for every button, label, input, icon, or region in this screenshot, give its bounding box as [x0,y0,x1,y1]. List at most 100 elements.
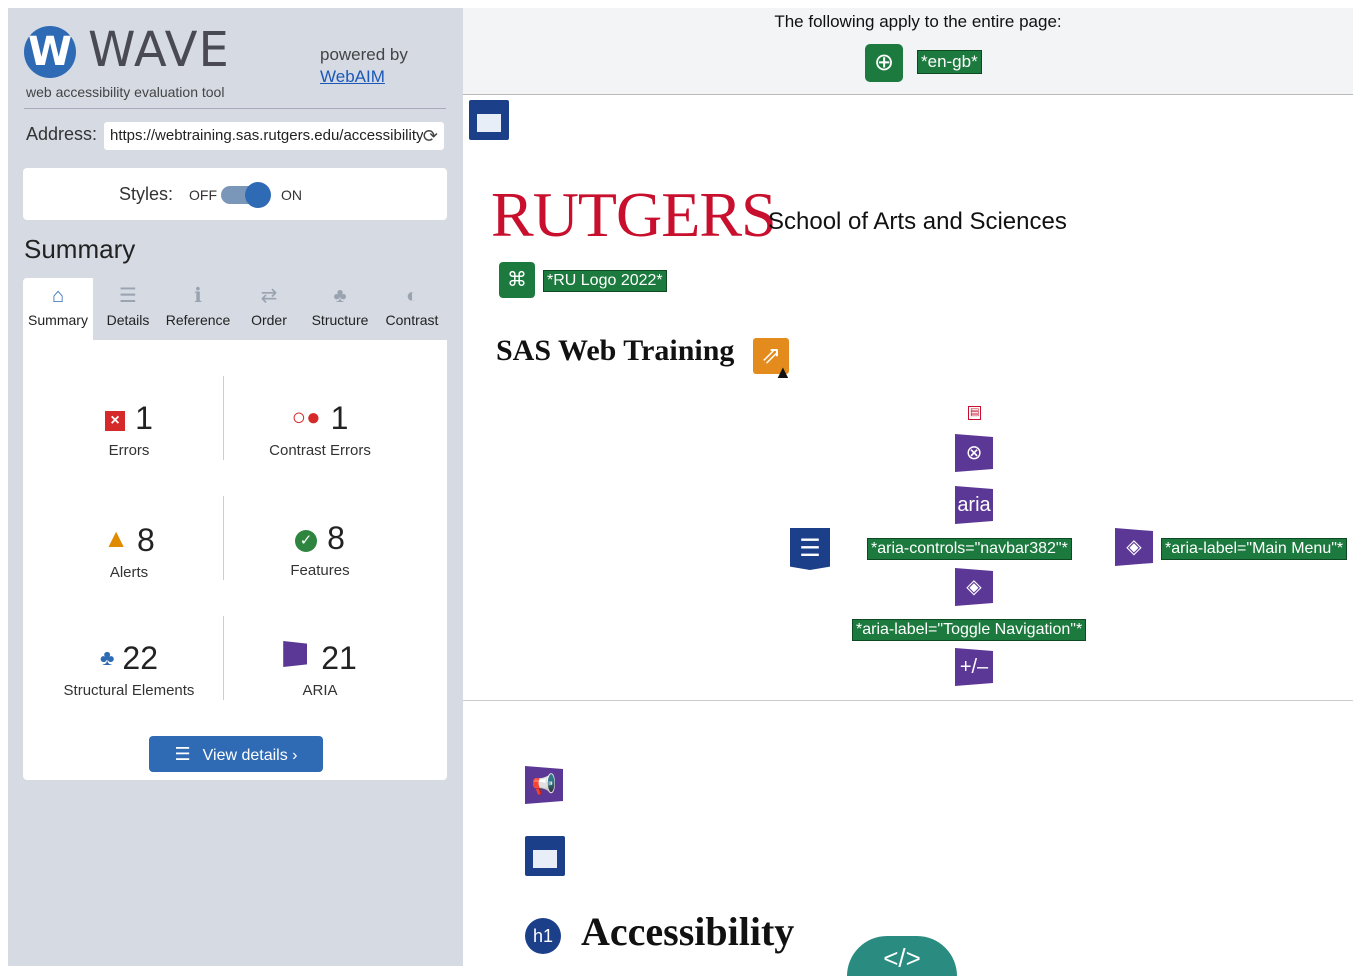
h1-badge-label: h1 [532,926,554,946]
alerts-label: Alerts [109,564,149,581]
page-wide-notice-text: The following apply to the entire page: [774,12,1062,31]
aria-badge-icon[interactable]: aria [955,486,993,524]
aria-badge-label: aria [957,494,991,516]
stat-structural[interactable]: ♣ 22 Structural Elements [29,638,229,718]
webaim-link[interactable]: WebAIM [320,66,408,88]
code-icon[interactable]: </> [847,936,957,976]
features-count: 8 [327,520,345,556]
linked-image-icon[interactable]: ⌘ [499,262,535,298]
aria-count: 21 [321,640,357,676]
wave-logo-area: W WAVE web accessibility evaluation tool… [24,22,434,106]
stat-errors[interactable]: × 1 Errors [29,398,229,478]
expand-label: +/– [959,656,989,678]
powered-by-text: powered by [320,45,408,64]
aria-controls-tag: *aria-controls="navbar382"* [867,538,1072,560]
school-name: School of Arts and Sciences [768,208,1067,235]
site-title: SAS Web Training [496,334,735,367]
features-label: Features [290,562,350,579]
wave-logo-icon: W [24,26,76,78]
wave-sidebar: W WAVE web accessibility evaluation tool… [8,8,463,966]
main-region-icon[interactable] [525,836,565,876]
styles-toggle-switch[interactable] [221,182,271,208]
view-details-label: View details › [202,747,298,764]
aria-label-tag-icon[interactable]: ◈ [955,568,993,606]
address-value: https://webtraining.sas.rutgers.edu/acce… [110,127,424,144]
tab-details[interactable]: ☰ Details [93,278,163,340]
tab-label: Order [251,312,287,328]
stat-alerts[interactable]: ▲ 8 Alerts [29,518,229,598]
feature-check-icon: ✓ [295,530,318,552]
structure-icon: ♣ [333,285,347,307]
order-icon: ⇄ [260,285,278,307]
stat-features[interactable]: ✓ 8 Features [220,518,420,598]
contrast-error-icon: ○● [291,404,321,431]
errors-label: Errors [108,442,150,459]
stat-contrast-errors[interactable]: ○● 1 Contrast Errors [220,398,420,478]
logo-alt-tag: *RU Logo 2022* [543,270,667,292]
list-icon: ☰ [174,744,191,764]
tab-structure[interactable]: ♣ Structure [305,278,375,340]
summary-heading: Summary [24,234,136,264]
tab-order[interactable]: ⇄ Order [234,278,304,340]
header-region-icon[interactable] [469,100,509,140]
styles-toggle-box: Styles: OFF ON [23,168,447,220]
navigation-list-icon[interactable]: ☰ [790,528,830,570]
address-label: Address: [26,124,98,144]
page-wide-notice: The following apply to the entire page: … [463,8,1353,95]
close-button-icon[interactable]: ⊗ [955,434,993,472]
code-label: </> [883,943,921,973]
alert-icon: ▲ [103,523,129,553]
h1-badge-icon[interactable]: h1 [525,918,561,954]
page-heading: Accessibility [581,909,795,954]
panel-tabs: ⌂ Summary ☰ Details ℹ Reference ⇄ Order … [23,278,447,340]
address-row: Address: https://webtraining.sas.rutgers… [26,122,446,152]
styles-on-label: ON [281,187,302,203]
tab-reference[interactable]: ℹ Reference [163,278,233,340]
tab-label: Structure [311,312,369,328]
reload-icon[interactable]: ⟳ [422,122,438,150]
stat-aria[interactable]: 21 ARIA [220,638,420,718]
info-icon: ℹ [194,285,202,307]
powered-by: powered by WebAIM [320,44,408,88]
summary-panel: ⌂ Summary ☰ Details ℹ Reference ⇄ Order … [23,278,447,780]
styles-label: Styles: [119,184,174,204]
divider [463,700,1353,701]
page-preview: The following apply to the entire page: … [463,8,1353,976]
language-tag: *en-gb* [917,50,982,74]
wave-subtitle: web accessibility evaluation tool [26,84,225,100]
error-icon: × [105,411,126,431]
aria-toggle-tag: *aria-label="Toggle Navigation"* [852,619,1087,641]
contrast-label: Contrast Errors [269,442,371,459]
tab-summary[interactable]: ⌂ Summary [23,278,93,340]
megaphone-icon[interactable]: 📢 [525,766,563,804]
aria-label: ARIA [302,682,338,699]
tab-label: Contrast [385,312,439,328]
list-icon: ☰ [119,285,137,307]
tab-label: Reference [165,312,231,328]
contrast-count: 1 [330,400,349,436]
focus-indicator-icon[interactable]: ▤ [968,406,982,420]
toggle-knob [245,182,271,208]
address-input[interactable]: https://webtraining.sas.rutgers.edu/acce… [104,122,444,150]
errors-count: 1 [135,400,153,436]
aria-icon [283,641,308,667]
view-details-button[interactable]: ☰ View details › [149,736,323,772]
tab-contrast[interactable]: ◐ Contrast [377,278,447,340]
alerts-count: 8 [136,522,155,558]
structural-count: 22 [122,640,159,676]
window-icon [533,844,557,868]
wave-title: WAVE [88,22,230,78]
home-icon: ⌂ [51,285,65,307]
aria-expanded-icon[interactable]: +/– [955,648,993,686]
aria-label-tag-icon[interactable]: ◈ [1115,528,1153,566]
contrast-icon: ◐ [405,285,419,307]
aria-main-menu-tag: *aria-label="Main Menu"* [1161,538,1348,560]
rutgers-logo-text: RUTGERS [491,179,777,250]
globe-icon[interactable]: ⊕ [865,44,903,82]
alert-icon: ▲ [774,362,792,382]
styles-off-label: OFF [189,187,217,203]
divider [24,108,446,109]
structural-label: Structural Elements [63,682,195,699]
tab-label: Summary [28,312,88,328]
tab-label: Details [106,312,150,328]
